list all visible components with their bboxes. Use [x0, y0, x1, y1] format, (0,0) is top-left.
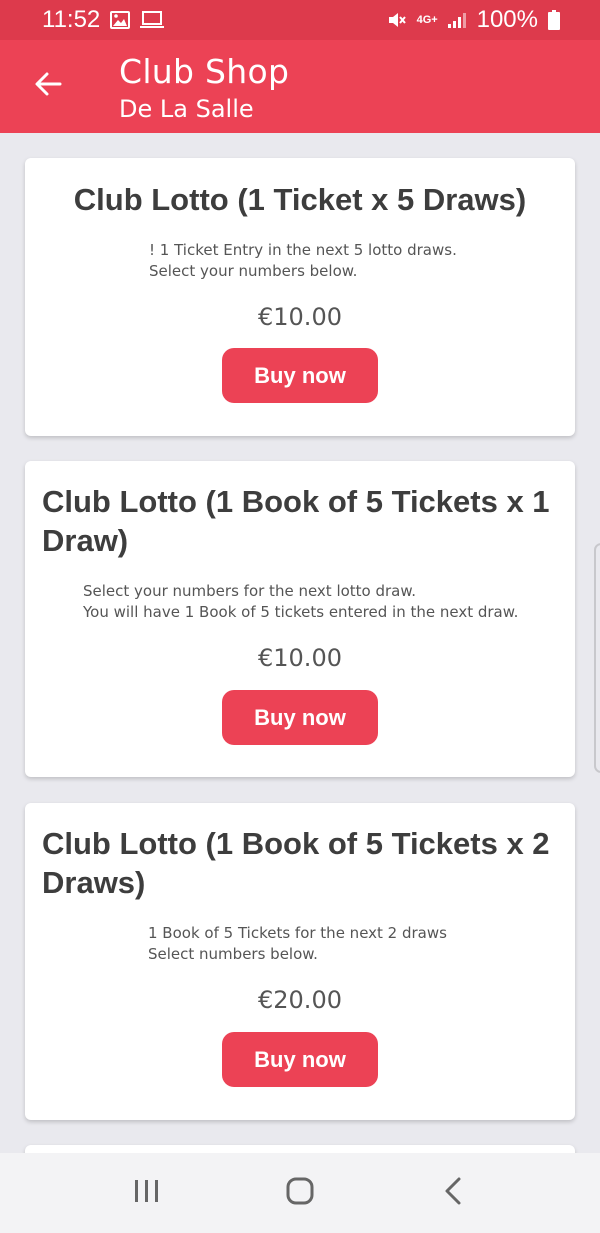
product-description: ! 1 Ticket Entry in the next 5 lotto dra…: [149, 241, 457, 280]
product-list[interactable]: Club Lotto (1 Ticket x 5 Draws) ! 1 Tick…: [0, 133, 600, 1153]
product-description: 1 Book of 5 Tickets for the next 2 draws…: [148, 924, 447, 963]
buy-now-button[interactable]: Buy now: [222, 348, 378, 403]
status-left: 11:52: [42, 6, 165, 34]
arrow-left-icon: [33, 69, 63, 104]
product-card-partial: [25, 1145, 575, 1153]
product-title: Club Lotto (1 Book of 5 Tickets x 2 Draw…: [42, 826, 550, 900]
recents-button[interactable]: [117, 1163, 177, 1223]
laptop-icon: [140, 11, 165, 29]
signal-icon: [447, 11, 467, 29]
system-nav-bar: [0, 1153, 600, 1233]
home-button[interactable]: [270, 1163, 330, 1223]
status-time: 11:52: [42, 6, 101, 33]
product-card: Club Lotto (1 Ticket x 5 Draws) ! 1 Tick…: [25, 158, 575, 436]
buy-now-button[interactable]: Buy now: [222, 690, 378, 745]
product-card: Club Lotto (1 Book of 5 Tickets x 1 Draw…: [25, 461, 575, 777]
app-bar: Club Shop De La Salle: [0, 40, 600, 133]
status-bar: 11:52 4G+ 100%: [0, 0, 600, 40]
product-card: Club Lotto (1 Book of 5 Tickets x 2 Draw…: [25, 803, 575, 1120]
product-price: €20.00: [258, 986, 342, 1014]
network-label: 4G+: [416, 14, 438, 26]
product-description: Select your numbers for the next lotto d…: [83, 582, 519, 621]
product-price: €10.00: [258, 303, 342, 331]
back-button[interactable]: [28, 66, 68, 106]
home-icon: [285, 1176, 315, 1211]
back-chevron-icon: [443, 1176, 463, 1211]
gallery-icon: [110, 11, 131, 29]
product-price: €10.00: [258, 644, 342, 672]
scroll-handle[interactable]: [594, 543, 600, 773]
page-subtitle: De La Salle: [119, 95, 254, 123]
page-title: Club Shop: [119, 52, 290, 91]
product-title: Club Lotto (1 Book of 5 Tickets x 1 Draw…: [42, 484, 550, 558]
recents-icon: [133, 1178, 161, 1209]
status-right: 4G+ 100%: [387, 6, 560, 34]
product-title: Club Lotto (1 Ticket x 5 Draws): [73, 182, 527, 217]
buy-now-button[interactable]: Buy now: [222, 1032, 378, 1087]
mute-icon: [387, 10, 407, 30]
nav-back-button[interactable]: [423, 1163, 483, 1223]
battery-percent: 100%: [476, 6, 538, 33]
battery-icon: [548, 10, 560, 30]
